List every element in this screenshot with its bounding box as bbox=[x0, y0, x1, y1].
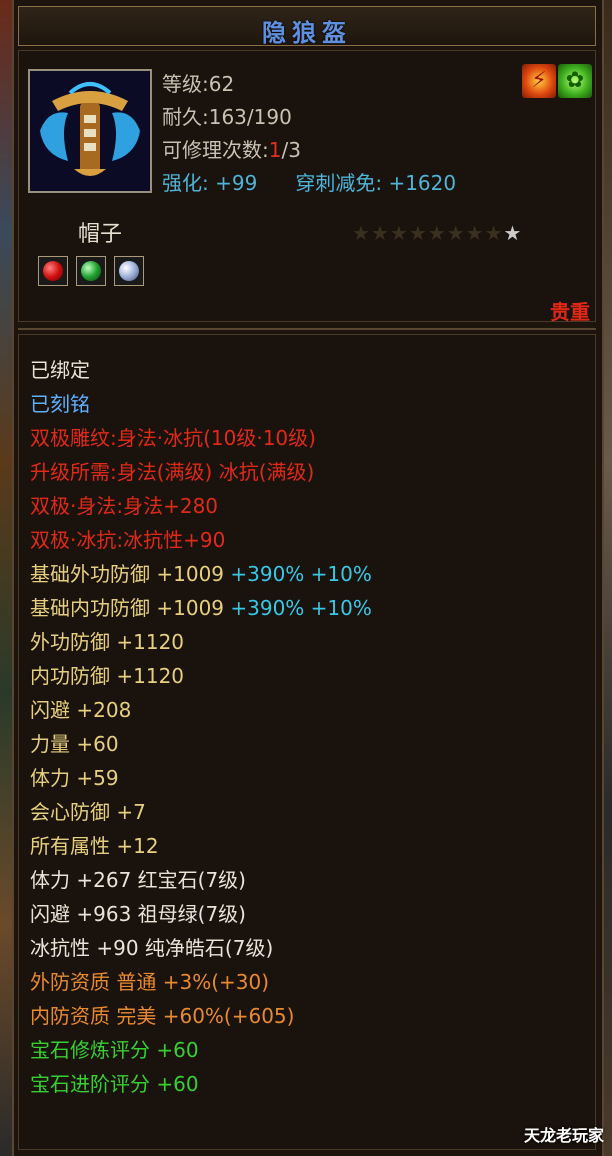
star-icon: ★ bbox=[408, 221, 427, 245]
fire-emblem-icon: ⚡ bbox=[522, 64, 556, 98]
bound-status: 已绑定 bbox=[30, 358, 90, 382]
base-inner-defense-value: 基础内功防御 +1009 bbox=[30, 596, 225, 620]
star-icon: ★ bbox=[484, 221, 503, 245]
star-icon: ★ bbox=[352, 221, 370, 245]
ruby-gem-icon[interactable] bbox=[38, 256, 68, 286]
star-icon: ★ bbox=[465, 221, 484, 245]
gem-advance-score: 宝石进阶评分 +60 bbox=[30, 1072, 199, 1096]
base-outer-defense-bonus: +390% +10% bbox=[230, 562, 372, 586]
base-outer-defense-value: 基础外功防御 +1009 bbox=[30, 562, 225, 586]
star-icon: ★ bbox=[389, 221, 408, 245]
repair-label: 可修理次数: bbox=[162, 138, 269, 162]
background-scenery-left bbox=[0, 0, 12, 1156]
upgrade-requirement: 升级所需:身法(满级) 冰抗(满级) bbox=[30, 460, 315, 484]
base-inner-defense-bonus: +390% +10% bbox=[230, 596, 372, 620]
star-icon: ★ bbox=[503, 221, 522, 245]
divider bbox=[18, 328, 596, 330]
engraved-status: 已刻铭 bbox=[30, 392, 90, 416]
outer-defense-quality: 外防资质 普通 +3%(+30) bbox=[30, 970, 270, 994]
repair-used: 1 bbox=[268, 138, 282, 162]
enhance-value: +99 bbox=[215, 171, 258, 195]
base-outer-defense: 基础外功防御 +1009 +390% +10% bbox=[30, 558, 372, 587]
title-bar: 隐狼盔 bbox=[18, 6, 596, 47]
gem-dodge: 闪避 +963 祖母绿(7级) bbox=[30, 902, 246, 926]
item-durability: 耐久:163/190 bbox=[162, 105, 292, 129]
inner-defense-quality: 内防资质 完美 +60%(+605) bbox=[30, 1004, 295, 1028]
gem-ice-resist: 冰抗性 +90 纯净皓石(7级) bbox=[30, 936, 274, 960]
dodge: 闪避 +208 bbox=[30, 698, 132, 722]
item-icon bbox=[28, 69, 152, 193]
stamina: 体力 +59 bbox=[30, 766, 119, 790]
enhance-row: 强化: +99 穿刺减免: +1620 bbox=[162, 167, 456, 196]
strength: 力量 +60 bbox=[30, 732, 119, 756]
diamond-gem-icon[interactable] bbox=[114, 256, 144, 286]
emerald-gem-icon[interactable] bbox=[76, 256, 106, 286]
all-attributes: 所有属性 +12 bbox=[30, 834, 159, 858]
item-type: 帽子 bbox=[78, 222, 123, 247]
pierce-label: 穿刺减免: bbox=[295, 171, 383, 195]
item-level: 等级:62 bbox=[162, 72, 235, 96]
dual-carving: 双极雕纹:身法·冰抗(10级·10级) bbox=[30, 426, 316, 450]
star-icon: ★ bbox=[370, 221, 389, 245]
watermark: 天龙老玩家 bbox=[523, 1126, 604, 1145]
crit-defense: 会心防御 +7 bbox=[30, 800, 146, 824]
repair-total: /3 bbox=[281, 138, 301, 162]
pierce-value: +1620 bbox=[388, 171, 457, 195]
base-inner-defense: 基础内功防御 +1009 +390% +10% bbox=[30, 592, 372, 621]
helmet-icon bbox=[30, 71, 150, 191]
gem-slots bbox=[38, 256, 144, 286]
inner-defense: 内功防御 +1120 bbox=[30, 664, 185, 688]
gem-stamina: 体力 +267 红宝石(7级) bbox=[30, 868, 246, 892]
dual-ice-resist: 双极·冰抗:冰抗性+90 bbox=[30, 528, 226, 552]
dual-agility: 双极·身法:身法+280 bbox=[30, 494, 219, 518]
gem-refine-score: 宝石修炼评分 +60 bbox=[30, 1038, 199, 1062]
star-icon: ★ bbox=[427, 221, 446, 245]
item-name: 隐狼盔 bbox=[262, 19, 352, 47]
rarity-label: 贵重 bbox=[550, 300, 590, 324]
enhance-label: 强化: bbox=[162, 171, 209, 195]
outer-defense: 外功防御 +1120 bbox=[30, 630, 185, 654]
star-icon: ★ bbox=[446, 221, 465, 245]
repair-count: 可修理次数:1/3 bbox=[162, 134, 301, 163]
leaf-emblem-icon: ✿ bbox=[558, 64, 592, 98]
star-rating: ★ ★ ★ ★ ★ ★ ★ ★ ★ bbox=[352, 222, 521, 244]
